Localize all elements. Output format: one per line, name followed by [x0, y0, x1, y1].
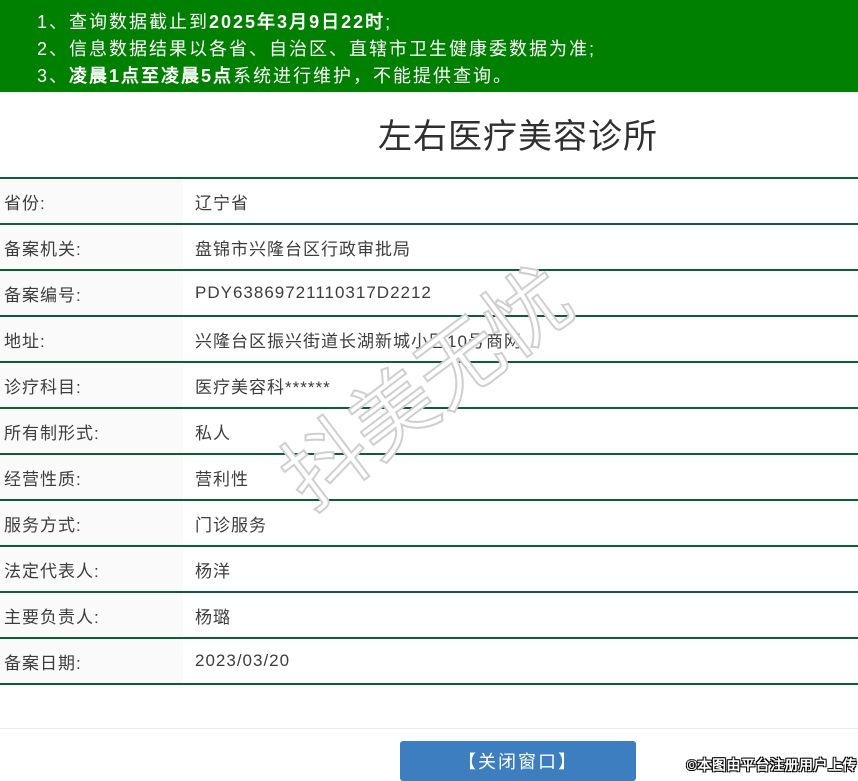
notice-list: 1、查询数据截止到2025年3月9日22时; 2、信息数据结果以各省、自治区、直辖… — [37, 9, 858, 90]
notice-text-segment: ; — [385, 12, 393, 32]
page-title: 左右医疗美容诊所 — [378, 118, 658, 156]
row-value: 盘锦市兴隆台区行政审批局 — [183, 224, 858, 271]
row-label: 主要负责人: — [0, 592, 183, 639]
row-label: 地址: — [0, 316, 183, 363]
bottom-divider — [0, 728, 858, 729]
table-row: 法定代表人: 杨洋 — [0, 546, 858, 593]
row-label: 法定代表人: — [0, 546, 183, 593]
page: 1、查询数据截止到2025年3月9日22时; 2、信息数据结果以各省、自治区、直辖… — [0, 0, 858, 781]
row-label: 备案机关: — [0, 224, 183, 271]
table-row: 经营性质: 营利性 — [0, 454, 858, 501]
table-row: 诊疗科目: 医疗美容科****** — [0, 362, 858, 409]
notice-text-segment: 系统进行维护，不能提供查询。 — [233, 66, 514, 86]
notice-line: 2、信息数据结果以各省、自治区、直辖市卫生健康委数据为准; — [37, 36, 858, 63]
notice-text-segment: 凌晨1点至凌晨5点 — [69, 66, 234, 86]
row-value: PDY63869721110317D2212 — [183, 270, 858, 317]
upload-stamp: ©本图由平台注册用户上传 — [686, 757, 857, 773]
row-label: 经营性质: — [0, 454, 183, 501]
row-label: 诊疗科目: — [0, 362, 183, 409]
table-row: 备案机关: 盘锦市兴隆台区行政审批局 — [0, 224, 858, 271]
row-label: 备案日期: — [0, 638, 183, 685]
row-value: 营利性 — [183, 454, 858, 501]
table-row: 省份: 辽宁省 — [0, 178, 858, 225]
row-label: 所有制形式: — [0, 408, 183, 455]
row-value: 门诊服务 — [183, 500, 858, 547]
row-value: 杨洋 — [183, 546, 858, 593]
row-value: 私人 — [183, 408, 858, 455]
notice-line: 3、凌晨1点至凌晨5点系统进行维护，不能提供查询。 — [37, 63, 858, 90]
table-row: 所有制形式: 私人 — [0, 408, 858, 455]
notice-line: 1、查询数据截止到2025年3月9日22时; — [37, 9, 858, 36]
info-table: 省份: 辽宁省 备案机关: 盘锦市兴隆台区行政审批局 备案编号: PDY638697211… — [0, 177, 858, 685]
notice-text-segment: 1、查询数据截止到 — [37, 12, 210, 32]
notice-text-segment: 2、信息数据结果以各省、自治区、直辖市卫生健康委数据为准; — [37, 39, 597, 59]
row-value: 杨璐 — [183, 592, 858, 639]
row-value: 2023/03/20 — [183, 638, 858, 685]
row-value: 医疗美容科****** — [183, 362, 858, 409]
row-label: 服务方式: — [0, 500, 183, 547]
row-label: 省份: — [0, 178, 183, 225]
info-table-body: 省份: 辽宁省 备案机关: 盘锦市兴隆台区行政审批局 备案编号: PDY638697211… — [0, 178, 858, 685]
table-row: 主要负责人: 杨璐 — [0, 592, 858, 639]
row-value: 辽宁省 — [183, 178, 858, 225]
row-label: 备案编号: — [0, 270, 183, 317]
table-row: 备案日期: 2023/03/20 — [0, 638, 858, 685]
close-window-button[interactable]: 【关闭窗口】 — [400, 741, 636, 781]
notice-text-segment: 2025年3月9日22时 — [209, 12, 386, 32]
table-row: 备案编号: PDY63869721110317D2212 — [0, 270, 858, 317]
table-row: 服务方式: 门诊服务 — [0, 500, 858, 547]
notice-text-segment: 3、 — [37, 66, 70, 86]
notice-banner: 1、查询数据截止到2025年3月9日22时; 2、信息数据结果以各省、自治区、直辖… — [0, 0, 858, 92]
row-value: 兴隆台区振兴街道长湖新城小区10号商网 — [183, 316, 858, 363]
table-row: 地址: 兴隆台区振兴街道长湖新城小区10号商网 — [0, 316, 858, 363]
